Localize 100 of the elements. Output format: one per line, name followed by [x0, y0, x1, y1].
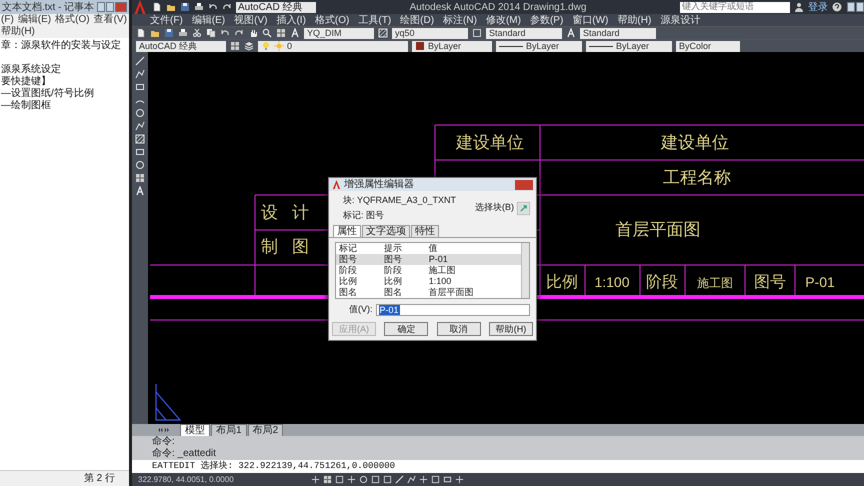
value-field[interactable]: P-01	[376, 304, 530, 316]
rectangle-icon[interactable]	[443, 475, 452, 484]
square-icon[interactable]	[371, 475, 380, 484]
grid-icon[interactable]	[230, 41, 240, 51]
circle-icon[interactable]	[135, 108, 145, 118]
save-icon[interactable]	[164, 28, 174, 38]
square-icon[interactable]	[335, 475, 344, 484]
search-field[interactable]: 键入关键字或短语	[680, 2, 790, 12]
minimize-button[interactable]	[847, 2, 855, 12]
layers-icon[interactable]	[244, 41, 254, 51]
layout-tab[interactable]: 模型	[180, 424, 210, 436]
hatch-icon[interactable]	[378, 28, 388, 38]
grid-icon[interactable]	[323, 475, 332, 484]
menu-item[interactable]: 查看(V)	[94, 14, 127, 26]
user-icon[interactable]	[794, 2, 804, 12]
dialog-button[interactable]: 确定	[384, 322, 428, 336]
menu-item[interactable]: 格式(O)	[314, 12, 350, 28]
plot-style-dropdown[interactable]: ByColor	[676, 40, 740, 52]
table-cell[interactable]: 图名	[380, 287, 426, 298]
layout-tab[interactable]: 布局1	[211, 424, 247, 436]
close-button[interactable]	[515, 180, 533, 190]
redo-icon[interactable]	[222, 2, 232, 12]
menu-item[interactable]: 格式(O)	[55, 14, 90, 26]
square-icon[interactable]	[383, 475, 392, 484]
table-cell[interactable]: 图号	[380, 254, 426, 265]
rectangle-icon[interactable]	[135, 147, 145, 157]
layout-tab[interactable]: 布局2	[248, 424, 284, 436]
lineweight-dropdown[interactable]: ByLayer	[586, 40, 672, 52]
table-cell[interactable]: 阶段	[336, 265, 381, 276]
menu-item[interactable]: 帮助(H)	[617, 12, 652, 28]
workspace-dropdown[interactable]: AutoCAD 经典	[236, 2, 316, 12]
menu-item[interactable]: 编辑(E)	[18, 14, 52, 26]
table-cell[interactable]: P-01	[426, 254, 521, 265]
polyline-icon[interactable]	[135, 121, 145, 131]
maximize-button[interactable]	[106, 2, 114, 12]
hatch-icon[interactable]	[135, 134, 145, 144]
style-dropdown[interactable]: Standard	[486, 28, 562, 38]
grid-icon[interactable]	[135, 173, 145, 183]
polyline-icon[interactable]	[135, 69, 145, 79]
letter-a-icon[interactable]	[135, 186, 145, 196]
redo-icon[interactable]	[234, 28, 244, 38]
table-cell[interactable]: 首层平面图	[426, 287, 521, 298]
dialog-tab[interactable]: 文字选项	[362, 225, 410, 237]
copy-icon[interactable]	[206, 28, 216, 38]
scrollbar[interactable]	[521, 243, 529, 298]
dialog-tab[interactable]: 特性	[411, 225, 439, 237]
menu-item[interactable]: 窗口(W)	[572, 12, 608, 28]
table-cell[interactable]: 比例	[380, 276, 426, 287]
save-icon[interactable]	[180, 2, 190, 12]
rectangle-icon[interactable]	[135, 82, 145, 92]
table-cell[interactable]: 图号	[336, 254, 381, 265]
circle-icon[interactable]	[359, 475, 368, 484]
table-cell[interactable]: 比例	[336, 276, 381, 287]
letter-a-icon[interactable]	[290, 28, 300, 38]
menu-item[interactable]: 工具(T)	[358, 12, 392, 28]
circle-icon[interactable]	[135, 160, 145, 170]
magnifier-icon[interactable]	[262, 28, 272, 38]
dialog-button[interactable]: 帮助(H)	[488, 322, 533, 336]
letter-a-icon[interactable]	[566, 28, 576, 38]
menu-item[interactable]: 视图(V)	[234, 12, 268, 28]
printer-icon[interactable]	[178, 28, 188, 38]
menu-item[interactable]: 修改(M)	[486, 12, 521, 28]
square-icon[interactable]	[472, 28, 482, 38]
login-link[interactable]: 登录	[808, 0, 828, 14]
dialog-button[interactable]: 取消	[436, 322, 481, 336]
hand-icon[interactable]	[248, 28, 258, 38]
menu-item[interactable]: 编辑(E)	[192, 12, 226, 28]
menu-item[interactable]: 标注(N)	[443, 12, 477, 28]
menu-item[interactable]: 帮助(H)	[1, 26, 35, 38]
square-icon[interactable]	[431, 475, 440, 484]
style-dropdown[interactable]: YQ_DIM	[304, 28, 374, 38]
style-dropdown[interactable]: yq50	[392, 28, 468, 38]
menu-item[interactable]: 源泉设计	[660, 12, 700, 28]
polyline-icon[interactable]	[407, 475, 416, 484]
table-cell[interactable]: 阶段	[380, 265, 426, 276]
line-icon[interactable]	[395, 475, 404, 484]
folder-icon[interactable]	[166, 2, 176, 12]
table-cell[interactable]: 1:100	[426, 276, 521, 287]
help-icon[interactable]	[832, 2, 842, 12]
table-cell[interactable]: 施工图	[426, 265, 521, 276]
scissors-icon[interactable]	[192, 28, 202, 38]
workspace-dropdown[interactable]: AutoCAD 经典	[136, 40, 226, 52]
document-icon[interactable]	[152, 2, 162, 12]
select-block-button[interactable]	[517, 202, 530, 214]
linetype-dropdown[interactable]: ByLayer	[496, 40, 582, 52]
undo-icon[interactable]	[208, 2, 218, 12]
grid-icon[interactable]	[276, 28, 286, 38]
printer-icon[interactable]	[194, 2, 204, 12]
menu-item[interactable]: 参数(P)	[530, 12, 564, 28]
menu-item[interactable]: 绘图(D)	[400, 12, 434, 28]
maximize-button[interactable]	[856, 2, 864, 12]
undo-icon[interactable]	[220, 28, 230, 38]
layer-dropdown[interactable]: 0	[258, 40, 408, 52]
menu-item[interactable]: (F)	[1, 14, 14, 26]
color-dropdown[interactable]: ByLayer	[412, 40, 492, 52]
table-cell[interactable]: 图名	[336, 287, 381, 298]
minimize-button[interactable]	[97, 2, 105, 12]
menu-item[interactable]: 插入(I)	[276, 12, 306, 28]
style-dropdown[interactable]: Standard	[580, 28, 656, 38]
menu-item[interactable]: 文件(F)	[150, 12, 183, 28]
